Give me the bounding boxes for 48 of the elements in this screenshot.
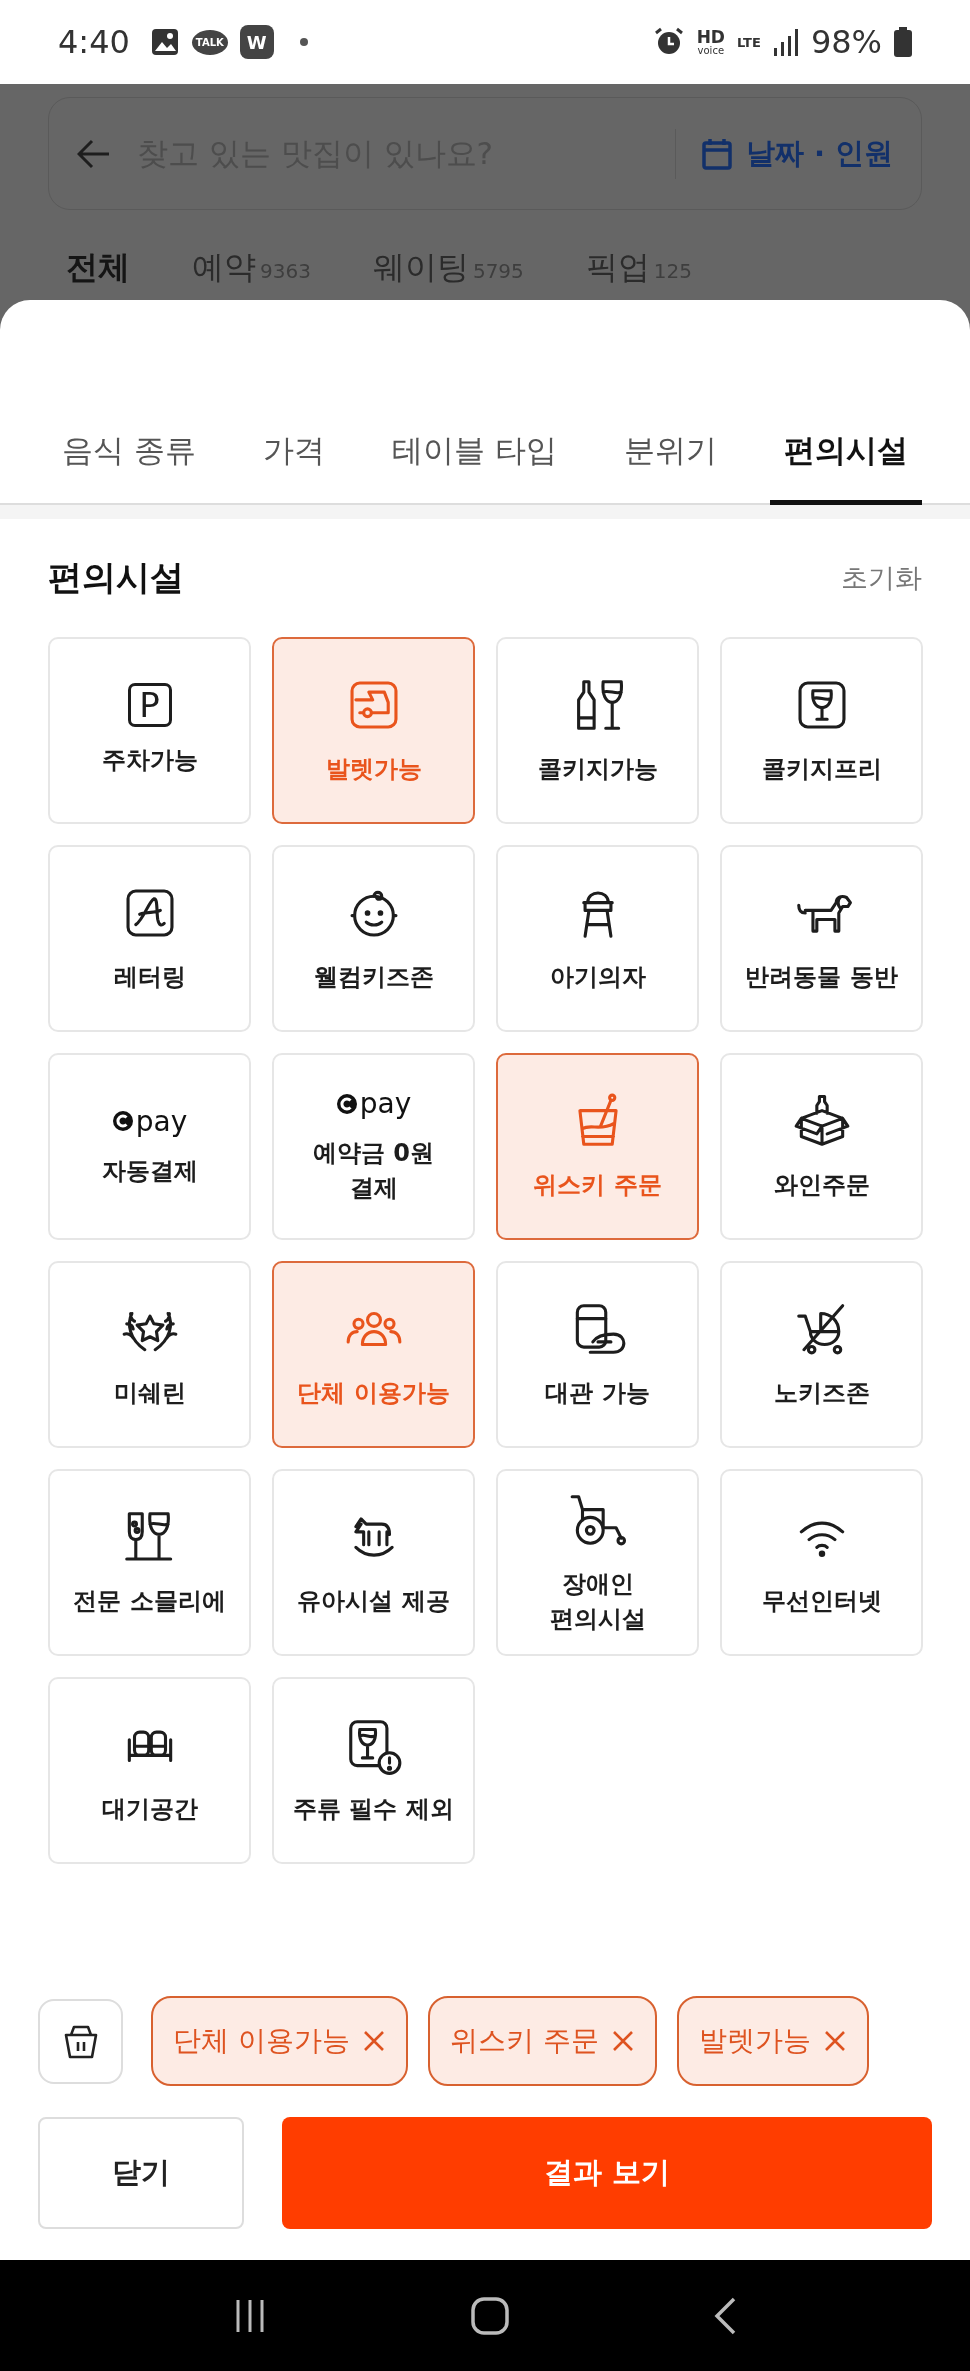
facility-option[interactable]: 대관 가능 bbox=[496, 1261, 699, 1448]
calendar-icon bbox=[701, 137, 732, 170]
cpay-logo: pay bbox=[335, 1087, 412, 1121]
filter-tab[interactable]: 분위기 bbox=[609, 410, 731, 505]
facility-option[interactable]: 무선인터넷 bbox=[720, 1469, 923, 1656]
close-icon bbox=[610, 2029, 635, 2053]
facility-option[interactable]: 와인주문 bbox=[720, 1053, 923, 1240]
facility-option[interactable]: 아기의자 bbox=[496, 845, 699, 1032]
facility-option[interactable]: pay 자동결제 bbox=[48, 1053, 251, 1240]
filter-tab[interactable]: 가격 bbox=[248, 410, 339, 505]
parking-icon: P bbox=[127, 683, 172, 728]
cpay-logo: pay bbox=[111, 1104, 188, 1138]
clear-all-button[interactable] bbox=[38, 1998, 123, 2084]
close-icon bbox=[361, 2029, 386, 2053]
facility-option[interactable]: 유아시설 제공 bbox=[272, 1469, 475, 1656]
facility-option[interactable]: 주류 필수 제외 bbox=[272, 1677, 475, 1864]
facility-option[interactable]: 전문 소믈리에 bbox=[48, 1469, 251, 1656]
lte-label: LTE bbox=[737, 34, 761, 50]
facility-option[interactable]: P 주차가능 bbox=[48, 637, 251, 824]
facility-option[interactable]: 장애인 편의시설 bbox=[496, 1469, 699, 1656]
notification-dot bbox=[299, 38, 308, 46]
signal-icon bbox=[772, 28, 799, 56]
facility-option[interactable]: 웰컴키즈존 bbox=[272, 845, 475, 1032]
voice-label: voice bbox=[697, 45, 725, 56]
filter-tab[interactable]: 음식 종류 bbox=[48, 410, 210, 505]
facility-option[interactable]: 대기공간 bbox=[48, 1677, 251, 1864]
battery-percent: 98% bbox=[810, 23, 882, 61]
facility-option[interactable]: pay 예약금 0원 결제 bbox=[272, 1053, 475, 1240]
clock-time: 4:40 bbox=[58, 23, 130, 61]
w-badge: W bbox=[239, 25, 274, 59]
image-icon bbox=[149, 27, 180, 57]
hd-label: HD bbox=[696, 28, 725, 46]
close-button[interactable]: 닫기 bbox=[38, 2117, 244, 2229]
facility-option[interactable]: 콜키지가능 bbox=[496, 637, 699, 824]
facility-option[interactable]: 노키즈존 bbox=[720, 1261, 923, 1448]
facility-option[interactable]: 반려동물 동반 bbox=[720, 845, 923, 1032]
battery-icon bbox=[894, 27, 912, 57]
close-icon bbox=[822, 2029, 847, 2053]
facility-option[interactable]: 레터링 bbox=[48, 845, 251, 1032]
show-results-button[interactable]: 결과 보기 bbox=[282, 2117, 932, 2229]
home-icon[interactable] bbox=[470, 2295, 510, 2336]
reset-button[interactable]: 초기화 bbox=[841, 560, 922, 596]
back-arrow-icon[interactable] bbox=[77, 138, 111, 169]
facility-option[interactable]: 콜키지프리 bbox=[720, 637, 923, 824]
filter-tab[interactable]: 테이블 타입 bbox=[378, 410, 571, 505]
talk-badge: TALK bbox=[191, 29, 228, 55]
facility-option[interactable]: 미쉐린 bbox=[48, 1261, 251, 1448]
section-title: 편의시설 bbox=[48, 556, 184, 599]
